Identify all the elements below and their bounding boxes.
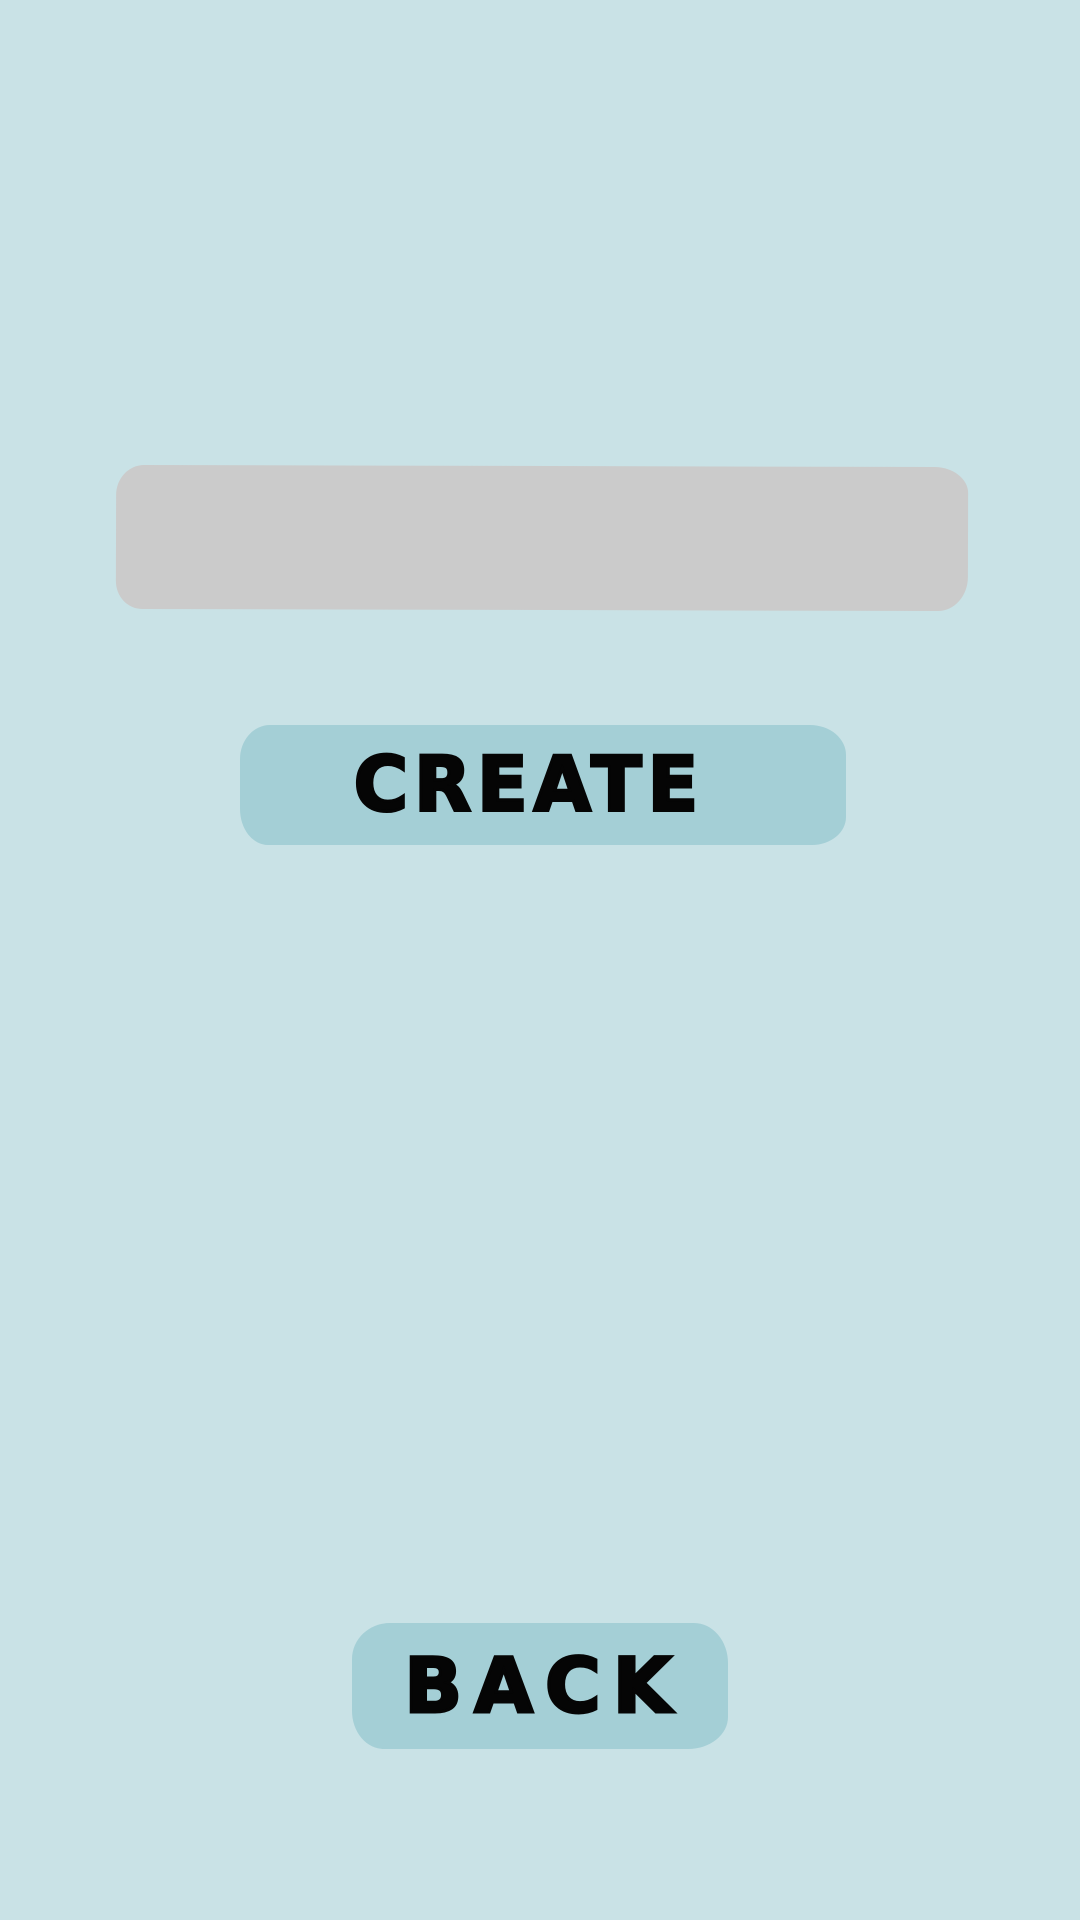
create-screen: CREATE BACK: [0, 0, 1080, 1920]
create-button-label: CREATE: [352, 741, 705, 829]
name-input[interactable]: [151, 463, 933, 613]
back-button-label: BACK: [403, 1641, 684, 1730]
name-input-field[interactable]: [115, 463, 969, 613]
back-button[interactable]: BACK: [352, 1623, 728, 1749]
create-button[interactable]: CREATE: [240, 725, 846, 845]
